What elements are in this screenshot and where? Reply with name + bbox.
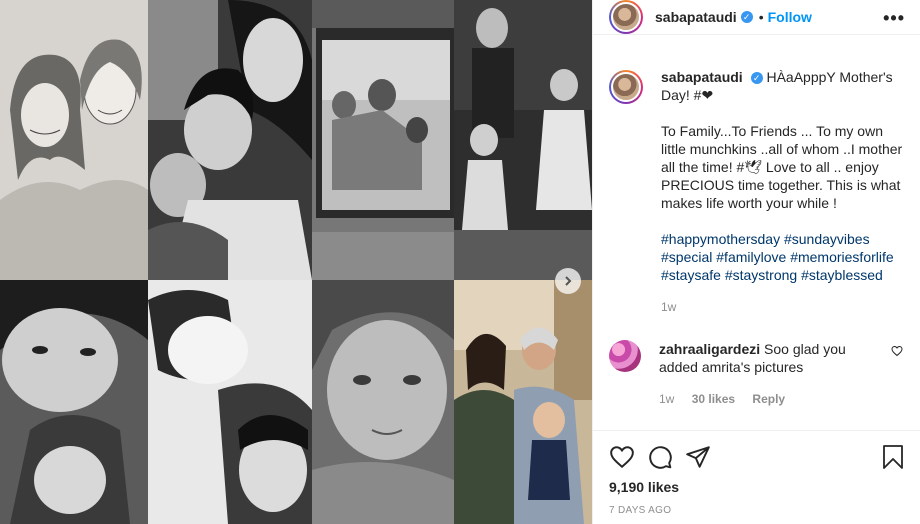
caption-text: To Family...To Friends ... To my own lit… <box>661 123 903 211</box>
heart-icon <box>891 345 903 357</box>
follow-button[interactable]: Follow <box>768 9 812 25</box>
commenter-username[interactable]: zahraaligardezi <box>659 341 760 357</box>
photo-vintage-children <box>454 0 592 280</box>
caption-avatar[interactable] <box>609 70 643 104</box>
caption-age[interactable]: 1w <box>661 298 905 316</box>
comment-button[interactable] <box>647 444 673 470</box>
hashtag-link[interactable]: #memoriesforlife <box>790 249 893 265</box>
more-options-icon[interactable]: ••• <box>883 8 905 29</box>
carousel-next-button[interactable] <box>555 268 581 294</box>
share-button[interactable] <box>685 444 711 470</box>
photo-mother-son-sepia <box>148 280 312 524</box>
post-details-panel: sabapataudi ✓ • Follow ••• sabapataudi ✓… <box>592 0 920 524</box>
heart-icon <box>610 446 634 469</box>
separator-dot: • <box>758 9 764 25</box>
comment-like-button[interactable] <box>891 344 903 360</box>
post-header: sabapataudi ✓ • Follow ••• <box>593 0 920 35</box>
save-button[interactable] <box>881 444 905 470</box>
photo-woman-selfie <box>312 280 454 524</box>
hashtag-link[interactable]: #staystrong <box>725 267 797 283</box>
photo-color-family <box>454 280 592 524</box>
photo-sketch-two-women <box>0 0 148 280</box>
hashtag-link[interactable]: #stayblessed <box>801 267 883 283</box>
photo-mother-two-kids <box>148 0 312 280</box>
hashtag-link[interactable]: #staysafe <box>661 267 721 283</box>
hashtag-link[interactable]: #special <box>661 249 712 265</box>
photo-collage <box>0 0 592 524</box>
commenter-avatar[interactable] <box>609 340 641 372</box>
comment-icon <box>649 446 672 469</box>
verified-badge-icon: ✓ <box>750 72 763 84</box>
likes-count[interactable]: 9,190 likes <box>609 479 905 495</box>
post-actions: 9,190 likes 7 DAYS AGO <box>593 430 920 524</box>
instagram-post: sabapataudi ✓ • Follow ••• sabapataudi ✓… <box>0 0 920 524</box>
chevron-right-icon <box>565 276 572 286</box>
comment-likes[interactable]: 30 likes <box>692 392 735 406</box>
bookmark-icon <box>883 445 903 469</box>
author-username[interactable]: sabapataudi <box>655 9 737 25</box>
caption-hashtags: #happymothersday #sundayvibes #special #… <box>661 230 905 284</box>
post-caption: sabapataudi ✓ HÀaAppp​Y Mother's Day! #❤… <box>609 68 905 316</box>
share-icon <box>686 446 710 468</box>
photo-framed-family <box>312 0 454 280</box>
author-avatar[interactable] <box>609 0 643 34</box>
comment-age[interactable]: 1w <box>659 392 674 406</box>
caption-username[interactable]: sabapataudi <box>661 69 743 85</box>
post-media[interactable] <box>0 0 592 524</box>
hashtag-link[interactable]: #familylove <box>716 249 786 265</box>
comments-section[interactable]: sabapataudi ✓ HÀaAppp​Y Mother's Day! #❤… <box>593 52 920 426</box>
post-date[interactable]: 7 DAYS AGO <box>609 505 905 516</box>
like-button[interactable] <box>609 444 635 470</box>
photo-mother-child-closeup <box>0 280 148 524</box>
hashtag-link[interactable]: #happymothersday <box>661 231 780 247</box>
hashtag-link[interactable]: #sundayvibes <box>784 231 870 247</box>
reply-button[interactable]: Reply <box>752 392 785 406</box>
comment-item: zahraaligardezi Soo glad you added amrit… <box>609 340 905 408</box>
verified-badge-icon: ✓ <box>740 11 753 23</box>
